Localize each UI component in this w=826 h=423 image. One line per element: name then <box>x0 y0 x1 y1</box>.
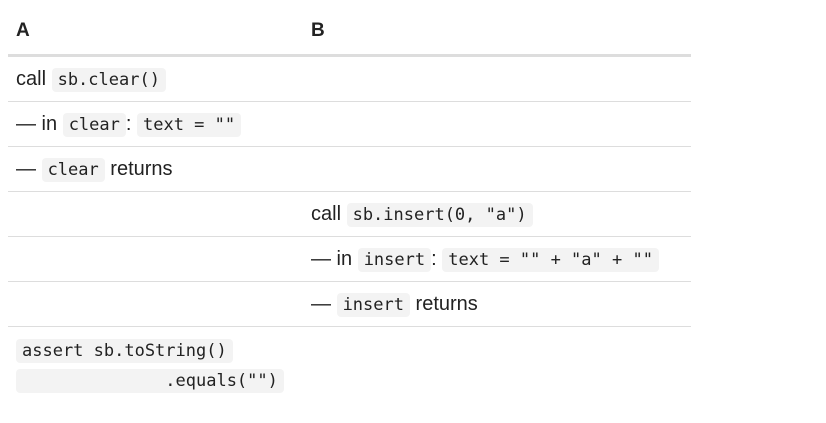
cell-a: call sb.clear() <box>8 55 303 102</box>
method-name: clear <box>41 157 105 182</box>
trace-table: A B call sb.clear() — in clear: text = "… <box>8 8 691 399</box>
table-row: — in insert: text = "" + "a" + "" <box>8 236 691 282</box>
separator: : <box>431 247 443 270</box>
cell-a <box>8 191 303 237</box>
cell-b <box>303 146 691 192</box>
cell-a: assert sb.toString() .equals("") <box>8 327 303 400</box>
cell-a <box>8 281 303 327</box>
step-suffix: returns <box>104 157 173 180</box>
column-header-a: A <box>8 8 303 57</box>
step-text: call <box>16 67 52 90</box>
header-row: A B <box>8 8 691 57</box>
step-suffix: returns <box>409 292 478 315</box>
table-row: — insert returns <box>8 281 691 327</box>
table-row: call sb.clear() <box>8 55 691 102</box>
cell-a: — in clear: text = "" <box>8 101 303 147</box>
cell-b: — insert returns <box>303 281 691 327</box>
method-name: insert <box>336 292 410 317</box>
column-header-b: B <box>303 8 691 57</box>
step-text: call <box>311 202 347 225</box>
code-snippet: text = "" <box>137 112 242 137</box>
code-snippet: sb.clear() <box>51 67 166 92</box>
step-prefix: — in <box>16 112 63 135</box>
method-name: insert <box>357 247 432 272</box>
table-row: — in clear: text = "" <box>8 101 691 147</box>
step-prefix: — <box>16 157 42 180</box>
cell-b: — in insert: text = "" + "a" + "" <box>303 236 691 282</box>
step-prefix: — <box>311 292 337 315</box>
code-snippet: text = "" + "a" + "" <box>442 247 659 272</box>
assert-line-1: assert sb.toString() <box>16 339 233 363</box>
table-row: call sb.insert(0, "a") <box>8 191 691 237</box>
step-prefix: — in <box>311 247 358 270</box>
cell-b <box>303 327 691 400</box>
separator: : <box>125 112 137 135</box>
cell-b <box>303 55 691 102</box>
cell-b <box>303 101 691 147</box>
code-snippet: sb.insert(0, "a") <box>346 202 533 227</box>
table-row: — clear returns <box>8 146 691 192</box>
method-name: clear <box>62 112 126 137</box>
cell-a <box>8 236 303 282</box>
table-row: assert sb.toString() .equals("") <box>8 327 691 400</box>
cell-a: — clear returns <box>8 146 303 192</box>
cell-b: call sb.insert(0, "a") <box>303 191 691 237</box>
assert-line-2: .equals("") <box>16 369 284 393</box>
